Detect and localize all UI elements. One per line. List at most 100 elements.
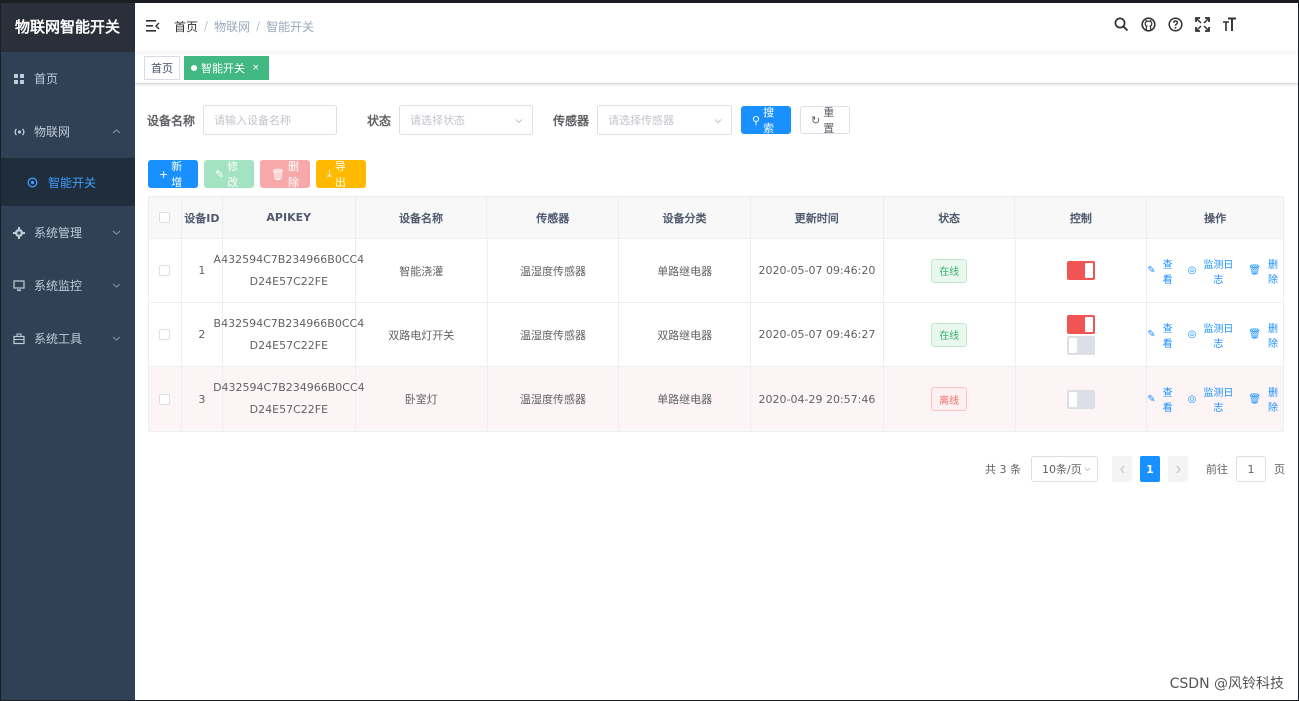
cell-sensor: 温湿度传感器 (488, 367, 620, 431)
navbar-icons (1113, 16, 1237, 32)
relay-switch-2[interactable] (1066, 335, 1095, 355)
search-button[interactable]: ⚲ 搜索 (741, 106, 792, 135)
page-size-select[interactable]: 10条/页 (1031, 456, 1098, 482)
device-table: 设备ID APIKEY 设备名称 传感器 设备分类 更新时间 状态 控制 操作 … (148, 196, 1284, 432)
delete-label: 删除 (1268, 388, 1278, 414)
refresh-icon: ↻ (811, 113, 821, 127)
fullscreen-icon[interactable] (1194, 16, 1210, 32)
cell-status: 离线 (884, 367, 1016, 431)
row-checkbox[interactable] (159, 329, 171, 340)
chevron-down-icon (112, 283, 121, 288)
search-form: 设备名称 请输入设备名称 状态 请选择状态 传感器 请选择传感器 ⚲ 搜索 ↻ … (147, 105, 851, 135)
row-checkbox[interactable] (159, 393, 171, 405)
table-row: 1 A432594C7B234966B0CC4 D24E57C22FE 智能浇灌… (149, 239, 1283, 303)
header-category: 设备分类 (619, 197, 751, 238)
font-size-icon[interactable] (1221, 16, 1237, 32)
view-link[interactable]: ✎ 查看 (1147, 320, 1177, 350)
select-all-checkbox[interactable] (159, 212, 171, 223)
switch-knob (1084, 263, 1093, 278)
tag-smart-switch[interactable]: 智能开关 × (184, 55, 269, 80)
cell-control (1016, 239, 1148, 302)
header-updated: 更新时间 (751, 197, 884, 238)
sidebar-item-system-monitor[interactable]: 系统监控 (0, 259, 135, 312)
chevron-left-icon (1119, 465, 1124, 473)
monitor-log-link[interactable]: ◎ 监测日志 (1188, 256, 1239, 286)
help-icon[interactable] (1167, 16, 1183, 32)
cell-updated: 2020-05-07 09:46:27 (751, 303, 884, 366)
row-delete-link[interactable]: 🗑 删除 (1248, 256, 1283, 286)
export-button-label: 导出 (334, 160, 346, 189)
trash-icon: 🗑 (1248, 265, 1262, 276)
add-button[interactable]: + 新增 (148, 160, 198, 189)
prev-page-button[interactable] (1112, 456, 1132, 482)
sidebar-item-system-tools[interactable]: 系统工具 (0, 312, 135, 365)
device-name-input[interactable]: 请输入设备名称 (203, 105, 338, 135)
device-name-placeholder: 请输入设备名称 (214, 114, 292, 127)
delete-button[interactable]: 🗑 删除 (260, 160, 310, 189)
chevron-down-icon (112, 336, 121, 341)
page-size-value: 10条/页 (1042, 463, 1082, 476)
sensor-label: 传感器 (553, 113, 590, 128)
view-label: 查看 (1162, 323, 1173, 350)
relay-switch-1[interactable] (1066, 389, 1095, 409)
cell-actions: ✎ 查看 ◎ 监测日志 🗑 删除 (1147, 367, 1283, 431)
tag-label: 智能开关 (201, 61, 245, 75)
dashboard-icon (12, 72, 26, 86)
row-select-cell (149, 303, 182, 366)
search-button-label: 搜索 (763, 106, 775, 135)
chevron-down-icon (515, 119, 523, 124)
cell-device-name: 卧室灯 (356, 367, 488, 431)
close-icon[interactable]: × (252, 63, 260, 73)
apikey-line-1: A432594C7B234966B0CC4 (213, 252, 365, 266)
sidebar-item-label: 首页 (34, 72, 59, 86)
status-placeholder: 请选择状态 (410, 114, 466, 127)
delete-label: 删除 (1268, 323, 1278, 350)
switch-knob (1068, 337, 1077, 353)
tag-home[interactable]: 首页 (144, 55, 180, 80)
edit-button[interactable]: ✎ 修改 (204, 160, 254, 189)
header-actions: 操作 (1204, 211, 1227, 225)
sidebar-item-iot[interactable]: 物联网 (0, 105, 135, 158)
sidebar-item-home[interactable]: 首页 (0, 52, 135, 105)
sensor-select[interactable]: 请选择传感器 (597, 105, 733, 135)
edit-icon: ✎ (215, 167, 225, 181)
breadcrumb-iot[interactable]: 物联网 (214, 18, 250, 35)
row-checkbox[interactable] (159, 265, 171, 276)
status-badge: 在线 (931, 322, 968, 347)
monitor-log-link[interactable]: ◎ 监测日志 (1188, 320, 1239, 350)
row-delete-link[interactable]: 🗑 删除 (1248, 384, 1283, 414)
page-number-current[interactable]: 1 (1140, 456, 1160, 482)
header-device-id: 设备ID (182, 197, 223, 238)
view-link[interactable]: ✎ 查看 (1147, 256, 1177, 286)
main-content: 首页 / 物联网 / 智能开关 首页 智能开关 × 设备名称 请输入设备名称 状… (135, 0, 1299, 701)
sidebar: 物联网智能开关 首页 物联网 智能开关 系统管理 系统监控 系统工具 (0, 0, 135, 701)
sidebar-item-smart-switch[interactable]: 智能开关 (0, 158, 135, 206)
active-dot (191, 64, 197, 71)
relay-switch-1[interactable] (1066, 314, 1095, 334)
relay-switch-1[interactable] (1066, 261, 1095, 280)
sensor-placeholder: 请选择传感器 (608, 114, 675, 127)
export-button[interactable]: ⤓ 导出 (316, 160, 366, 189)
breadcrumb-separator: / (256, 19, 261, 33)
reset-button[interactable]: ↻ 重置 (800, 106, 851, 135)
row-delete-link[interactable]: 🗑 删除 (1248, 320, 1283, 350)
monitor-log-link[interactable]: ◎ 监测日志 (1188, 384, 1239, 414)
goto-page-input[interactable]: 1 (1236, 456, 1266, 482)
view-link[interactable]: ✎ 查看 (1147, 384, 1177, 414)
table-row: 3 D432594C7B234966B0CC4 D24E57C22FE 卧室灯 … (149, 367, 1283, 431)
sidebar-item-label: 智能开关 (48, 175, 97, 190)
status-select[interactable]: 请选择状态 (399, 105, 534, 135)
next-page-button[interactable] (1168, 456, 1188, 482)
github-icon[interactable] (1140, 16, 1156, 32)
app-logo-title[interactable]: 物联网智能开关 (0, 0, 135, 52)
hamburger-icon[interactable] (146, 19, 160, 33)
sidebar-item-system-manage[interactable]: 系统管理 (0, 206, 135, 259)
cell-apikey: A432594C7B234966B0CC4 D24E57C22FE (214, 239, 364, 302)
breadcrumb-home[interactable]: 首页 (174, 18, 198, 35)
log-label: 监测日志 (1203, 259, 1234, 286)
search-icon[interactable] (1113, 16, 1129, 32)
toolbar: + 新增 ✎ 修改 🗑 删除 ⤓ 导出 (148, 160, 366, 189)
edit-icon: ✎ (1147, 329, 1156, 340)
pagination: 共 3 条 10条/页 1 前往 1 页 (985, 456, 1285, 482)
add-button-label: 新增 (171, 160, 183, 189)
